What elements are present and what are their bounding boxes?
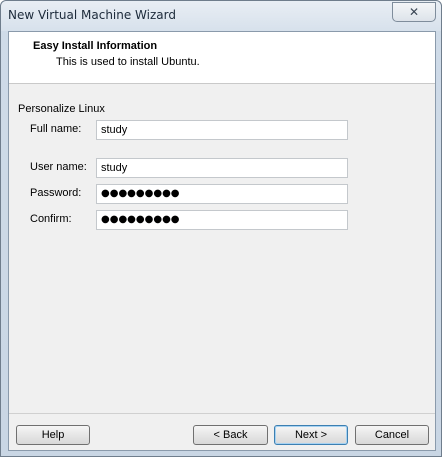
close-button[interactable]: ✕ xyxy=(392,2,436,22)
confirm-label: Confirm: xyxy=(30,213,72,225)
back-button[interactable]: < Back xyxy=(193,425,268,445)
full-name-field[interactable]: study xyxy=(96,120,348,140)
user-name-label: User name: xyxy=(30,161,87,173)
wizard-header: Easy Install Information This is used to… xyxy=(9,32,435,84)
confirm-password-field[interactable]: ●●●●●●●●● xyxy=(96,210,348,230)
wizard-window: New Virtual Machine Wizard ✕ Easy Instal… xyxy=(0,0,442,457)
help-button[interactable]: Help xyxy=(16,425,90,445)
password-field[interactable]: ●●●●●●●●● xyxy=(96,184,348,204)
page-subtitle: This is used to install Ubuntu. xyxy=(56,56,200,68)
button-bar-divider xyxy=(9,413,435,414)
close-icon: ✕ xyxy=(408,5,420,19)
title-bar: New Virtual Machine Wizard ✕ xyxy=(1,1,441,31)
page-title: Easy Install Information xyxy=(33,40,158,52)
next-button[interactable]: Next > xyxy=(274,425,348,445)
user-name-field[interactable]: study xyxy=(96,158,348,178)
password-label: Password: xyxy=(30,187,82,199)
full-name-label: Full name: xyxy=(30,123,82,135)
cancel-button[interactable]: Cancel xyxy=(355,425,429,445)
window-title: New Virtual Machine Wizard xyxy=(8,8,176,22)
personalize-group-label: Personalize Linux xyxy=(18,103,105,115)
wizard-body: Easy Install Information This is used to… xyxy=(8,31,436,451)
